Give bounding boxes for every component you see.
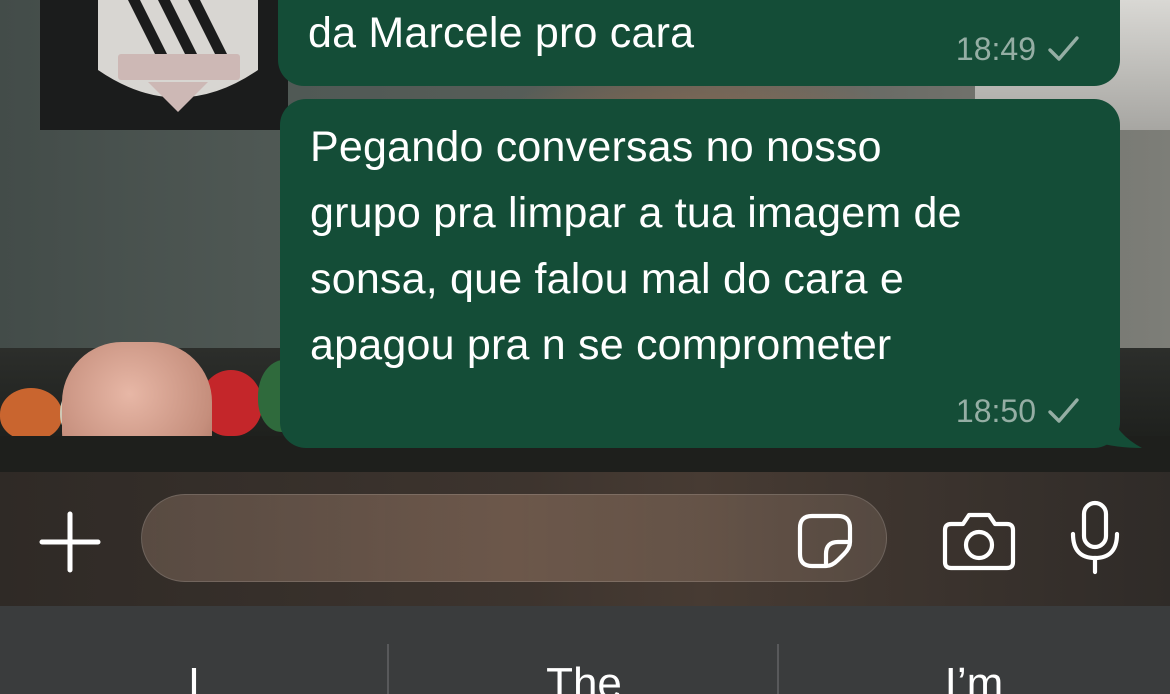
keyboard-suggestion-bar: I The I’m [0, 606, 1170, 694]
camera-button[interactable] [938, 506, 1020, 576]
single-check-icon [1048, 36, 1079, 61]
message-input[interactable] [141, 494, 887, 582]
message-text: da Marcele pro cara [308, 9, 695, 57]
plus-icon [39, 511, 101, 573]
wallpaper-kettlebell-orange [0, 388, 62, 440]
message-meta: 18:49 [956, 30, 1082, 68]
wallpaper-club-logo [98, 0, 258, 112]
microphone-icon [1070, 500, 1120, 575]
message-time: 18:49 [955, 30, 1036, 67]
keyboard-suggestion[interactable]: I’m [780, 656, 1168, 694]
message-time: 18:50 [955, 392, 1036, 429]
sticker-button[interactable] [794, 510, 856, 572]
keyboard-suggestion[interactable]: I [0, 656, 388, 694]
bubble-tail [1096, 412, 1142, 448]
voice-message-button[interactable] [1062, 498, 1128, 578]
camera-icon [942, 512, 1016, 571]
message-meta: 18:50 [956, 392, 1082, 430]
suggestion-divider [777, 644, 779, 694]
keyboard-suggestion[interactable]: The [390, 656, 778, 694]
single-check-icon [1048, 398, 1079, 423]
suggestion-divider [387, 644, 389, 694]
sticker-icon [797, 513, 853, 569]
outgoing-message-bubble[interactable]: Pegando conversas no nosso grupo pra lim… [280, 99, 1120, 448]
chat-screen: da Marcele pro cara 18:49 Pegando conver… [0, 0, 1170, 694]
message-text: Pegando conversas no nosso grupo pra lim… [310, 123, 962, 369]
attach-button[interactable] [36, 508, 104, 576]
outgoing-message-bubble[interactable]: da Marcele pro cara 18:49 [278, 0, 1120, 86]
